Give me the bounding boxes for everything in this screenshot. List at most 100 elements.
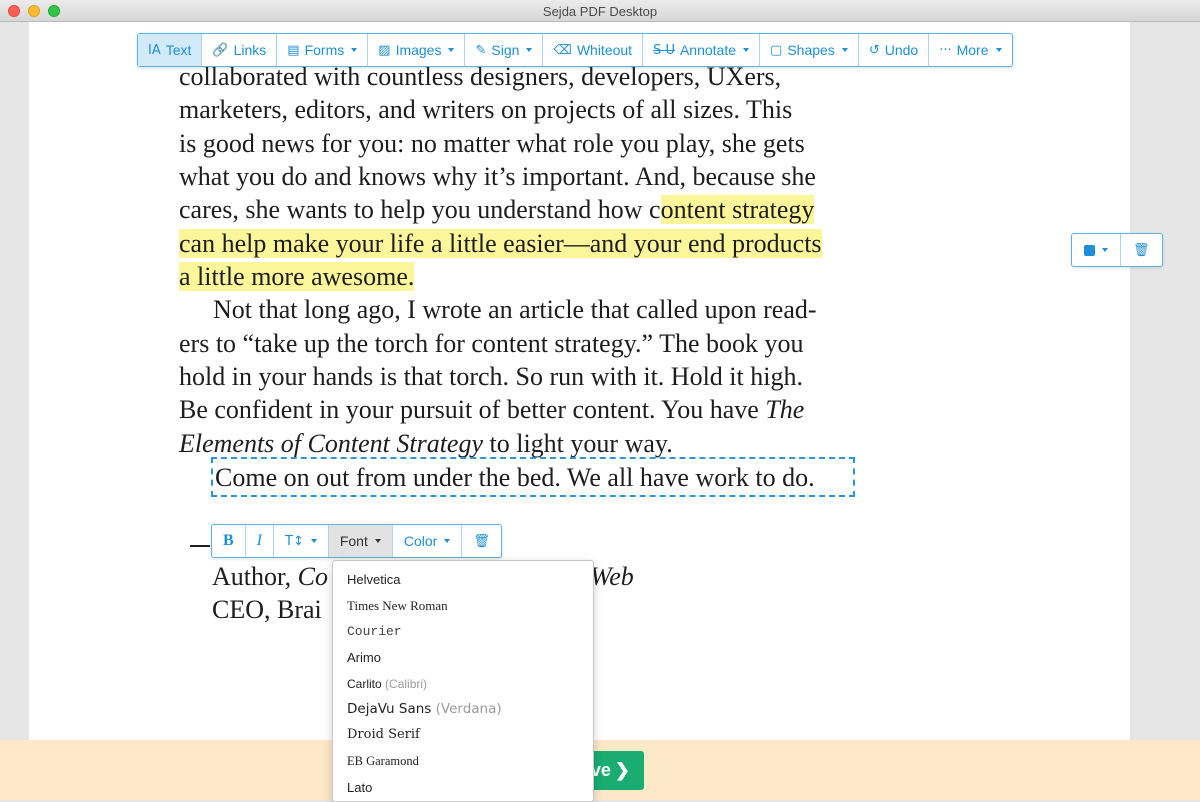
font-option-droid-serif[interactable]: Droid Serif [347,727,420,742]
undo-icon: ↺ [868,42,880,58]
sign-icon: ✎ [475,42,487,58]
highlight-color-button[interactable] [1072,234,1121,266]
font-option-label: EB Garamond [347,754,419,768]
font-button[interactable]: Font [328,525,393,557]
text-format-toolbar: B I T↕ Font Color 🗑 [211,524,502,558]
more-button[interactable]: ··· More [929,34,1011,66]
book-title-italic: The [765,395,805,424]
text-line[interactable]: Be confident in your pursuit of better c… [179,393,804,426]
italic-button[interactable]: I [246,525,274,557]
delete-text-button[interactable]: 🗑 [462,525,501,557]
eraser-icon: ⌫ [553,42,572,58]
whiteout-label: Whiteout [576,42,633,58]
chevron-down-icon [995,48,1002,52]
font-option-courier[interactable]: Courier [347,624,402,639]
sign-button[interactable]: ✎ Sign [465,34,544,66]
selected-text[interactable]: Come on out from under the bed. We all h… [215,461,815,494]
text-line[interactable]: marketers, editors, and writers on proje… [179,93,792,126]
images-label: Images [395,42,442,58]
font-option-alias: (Calibri) [385,677,428,691]
font-option-label: DejaVu Sans [347,701,432,717]
link-icon: 🔗 [212,42,229,58]
undo-label: Undo [884,42,919,58]
text-line[interactable]: Author, Co [212,560,328,593]
chevron-down-icon [448,48,455,52]
font-option-dejavu-sans[interactable]: DejaVu Sans (Verdana) [347,701,502,717]
more-label: More [956,42,989,58]
delete-highlight-button[interactable]: 🗑 [1121,234,1162,266]
font-option-times-new-roman[interactable]: Times New Roman [347,598,448,614]
links-button[interactable]: 🔗 Links [202,34,278,66]
text-tool-icon: IA [148,42,161,58]
text-tool-label: Text [165,42,192,58]
shapes-button[interactable]: ▢ Shapes [760,34,859,66]
font-option-label: Droid Serif [347,727,420,742]
em-dash [190,545,210,547]
text-line[interactable]: a little more awesome. [179,260,415,293]
text-line[interactable]: Not that long ago, I wrote an article th… [213,293,817,326]
color-label: Color [403,533,438,549]
highlighted-text[interactable]: a little more awesome. [179,262,415,291]
annotate-label: Annotate [679,42,737,58]
chevron-down-icon [351,48,358,52]
text-line[interactable]: cares, she wants to help you understand … [179,193,815,226]
images-button[interactable]: ▨ Images [368,34,466,66]
text-line[interactable]: Elements of Content Strategy to light yo… [179,427,673,460]
undo-button[interactable]: ↺ Undo [859,34,930,66]
font-option-lato[interactable]: Lato [347,780,372,795]
font-option-label: Times New Roman [347,598,448,613]
text-line[interactable]: Web [590,560,634,593]
color-swatch-icon [1084,244,1095,256]
selected-text-box[interactable]: Come on out from under the bed. We all h… [211,457,855,497]
links-label: Links [233,42,267,58]
font-option-label: Lato [347,780,373,795]
chevron-down-icon [374,539,381,543]
font-option-alias: (Verdana) [435,701,502,717]
annotate-button[interactable]: S U Annotate [643,34,761,66]
highlighted-text[interactable]: can help make your life a little easier—… [179,229,822,258]
text-line[interactable]: ers to “take up the torch for content st… [179,327,804,360]
shapes-label: Shapes [787,42,835,58]
text-size-button[interactable]: T↕ [274,525,329,557]
font-dropdown-menu: Helvetica Times New Roman Courier Arimo … [332,560,594,802]
text-segment: Web [590,562,634,591]
window-title: Sejda PDF Desktop [542,4,658,19]
text-line[interactable]: can help make your life a little easier—… [179,227,822,260]
chevron-down-icon [841,48,848,52]
text-line[interactable]: is good news for you: no matter what rol… [179,127,805,160]
trash-icon: 🗑 [1133,242,1150,258]
trash-icon: 🗑 [473,533,490,549]
font-option-label: Helvetica [347,572,401,587]
whiteout-button[interactable]: ⌫ Whiteout [543,34,644,66]
text-tool-button[interactable]: IA Text [138,34,203,66]
more-icon: ··· [939,42,952,58]
main-toolbar: IA Text 🔗 Links ▤ Forms ▨ Images ✎ Sign … [137,33,1013,67]
text-line[interactable]: what you do and knows why it’s important… [179,160,816,193]
forms-label: Forms [304,42,345,58]
book-title-italic: Elements of Content Strategy [179,429,484,458]
forms-button[interactable]: ▤ Forms [277,34,369,66]
text-segment: Author, [212,562,298,591]
text-segment: Be confident in your pursuit of better c… [179,395,766,424]
highlighted-text[interactable]: ontent strategy [660,195,815,224]
bold-button[interactable]: B [212,525,246,557]
title-bar: Sejda PDF Desktop [0,0,1200,22]
text-line[interactable]: hold in your hands is that torch. So run… [179,360,803,393]
font-option-label: Courier [347,624,402,639]
text-size-icon: T↕ [285,533,304,549]
font-label: Font [339,533,368,549]
font-option-label: Carlito [347,677,382,691]
chevron-down-icon [444,539,451,543]
text-line[interactable]: CEO, Brai [212,593,322,626]
color-button[interactable]: Color [393,525,463,557]
chevron-down-icon [743,48,750,52]
font-option-helvetica[interactable]: Helvetica [347,572,400,587]
shapes-icon: ▢ [770,42,783,58]
chevron-down-icon [1102,248,1108,252]
chevron-right-icon: ❯ [614,760,630,780]
font-option-arimo[interactable]: Arimo [347,650,381,665]
font-option-carlito[interactable]: Carlito (Calibri) [347,677,427,691]
font-option-eb-garamond[interactable]: EB Garamond [347,754,419,769]
chevron-down-icon [526,48,533,52]
text-segment: Co [297,562,328,591]
